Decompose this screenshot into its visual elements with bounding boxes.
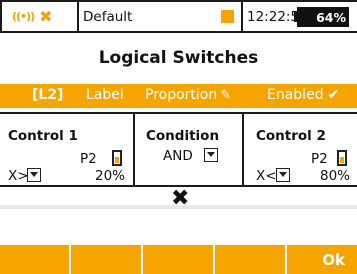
signal-icon: ((•)) bbox=[12, 10, 35, 23]
control2-value[interactable]: 80% bbox=[320, 168, 350, 184]
battery-percent: 64% bbox=[316, 9, 346, 25]
chevron-down-icon[interactable] bbox=[27, 168, 41, 182]
chevron-down-icon[interactable] bbox=[276, 168, 290, 182]
chevron-down-icon[interactable] bbox=[204, 148, 218, 162]
enabled-column[interactable]: Enabled ✔ bbox=[267, 87, 339, 103]
control2-source[interactable]: P2 bbox=[311, 151, 328, 167]
fkey-1[interactable] bbox=[0, 245, 69, 274]
function-key-bar: Ok bbox=[0, 245, 357, 274]
switch-id: [L2] bbox=[32, 87, 64, 103]
profile-color-indicator bbox=[221, 10, 234, 23]
battery-indicator: 64% bbox=[297, 7, 349, 27]
fkey-3[interactable] bbox=[143, 245, 213, 274]
control2-comparator[interactable]: X< bbox=[256, 168, 277, 184]
ok-button[interactable]: Ok bbox=[287, 245, 357, 274]
control1-value[interactable]: 20% bbox=[95, 168, 125, 184]
control1-source[interactable]: P2 bbox=[80, 151, 97, 167]
clock-area[interactable]: 12:22:54 64% bbox=[243, 2, 357, 31]
enabled-label: Enabled bbox=[267, 87, 324, 103]
check-icon: ✔ bbox=[327, 87, 340, 103]
switch-icon[interactable] bbox=[112, 150, 122, 166]
status-bar: ((•)) ✖ Default 12:22:54 64% bbox=[0, 0, 357, 33]
condition-value[interactable]: AND bbox=[163, 148, 193, 164]
ok-label: Ok bbox=[322, 250, 345, 269]
delete-icon[interactable]: ✖ bbox=[171, 186, 189, 211]
fkey-2[interactable] bbox=[71, 245, 141, 274]
fkey-4[interactable] bbox=[215, 245, 285, 274]
x-icon: ✖ bbox=[39, 7, 53, 26]
switch-header-row: [L2] Label Proportion ✎ Enabled ✔ bbox=[0, 84, 357, 108]
divider bbox=[133, 114, 135, 185]
signal-status[interactable]: ((•)) ✖ bbox=[2, 2, 77, 31]
control1-header: Control 1 bbox=[8, 128, 78, 144]
edit-icon[interactable]: ✎ bbox=[220, 88, 231, 103]
control2-header: Control 2 bbox=[256, 128, 326, 144]
divider bbox=[242, 114, 244, 185]
page-title: Logical Switches bbox=[98, 48, 259, 68]
profile-name: Default bbox=[83, 8, 133, 25]
profile-selector[interactable]: Default bbox=[79, 2, 241, 31]
switch-icon[interactable] bbox=[337, 150, 347, 166]
condition-header: Condition bbox=[146, 128, 220, 144]
proportion-column[interactable]: Proportion ✎ bbox=[145, 87, 231, 103]
proportion-label: Proportion bbox=[145, 87, 218, 103]
control1-comparator[interactable]: X> bbox=[8, 168, 29, 184]
switch-editor-panel: Control 1 P2 X> 20% Condition AND Contro… bbox=[0, 112, 357, 187]
label-column[interactable]: Label bbox=[86, 87, 124, 103]
